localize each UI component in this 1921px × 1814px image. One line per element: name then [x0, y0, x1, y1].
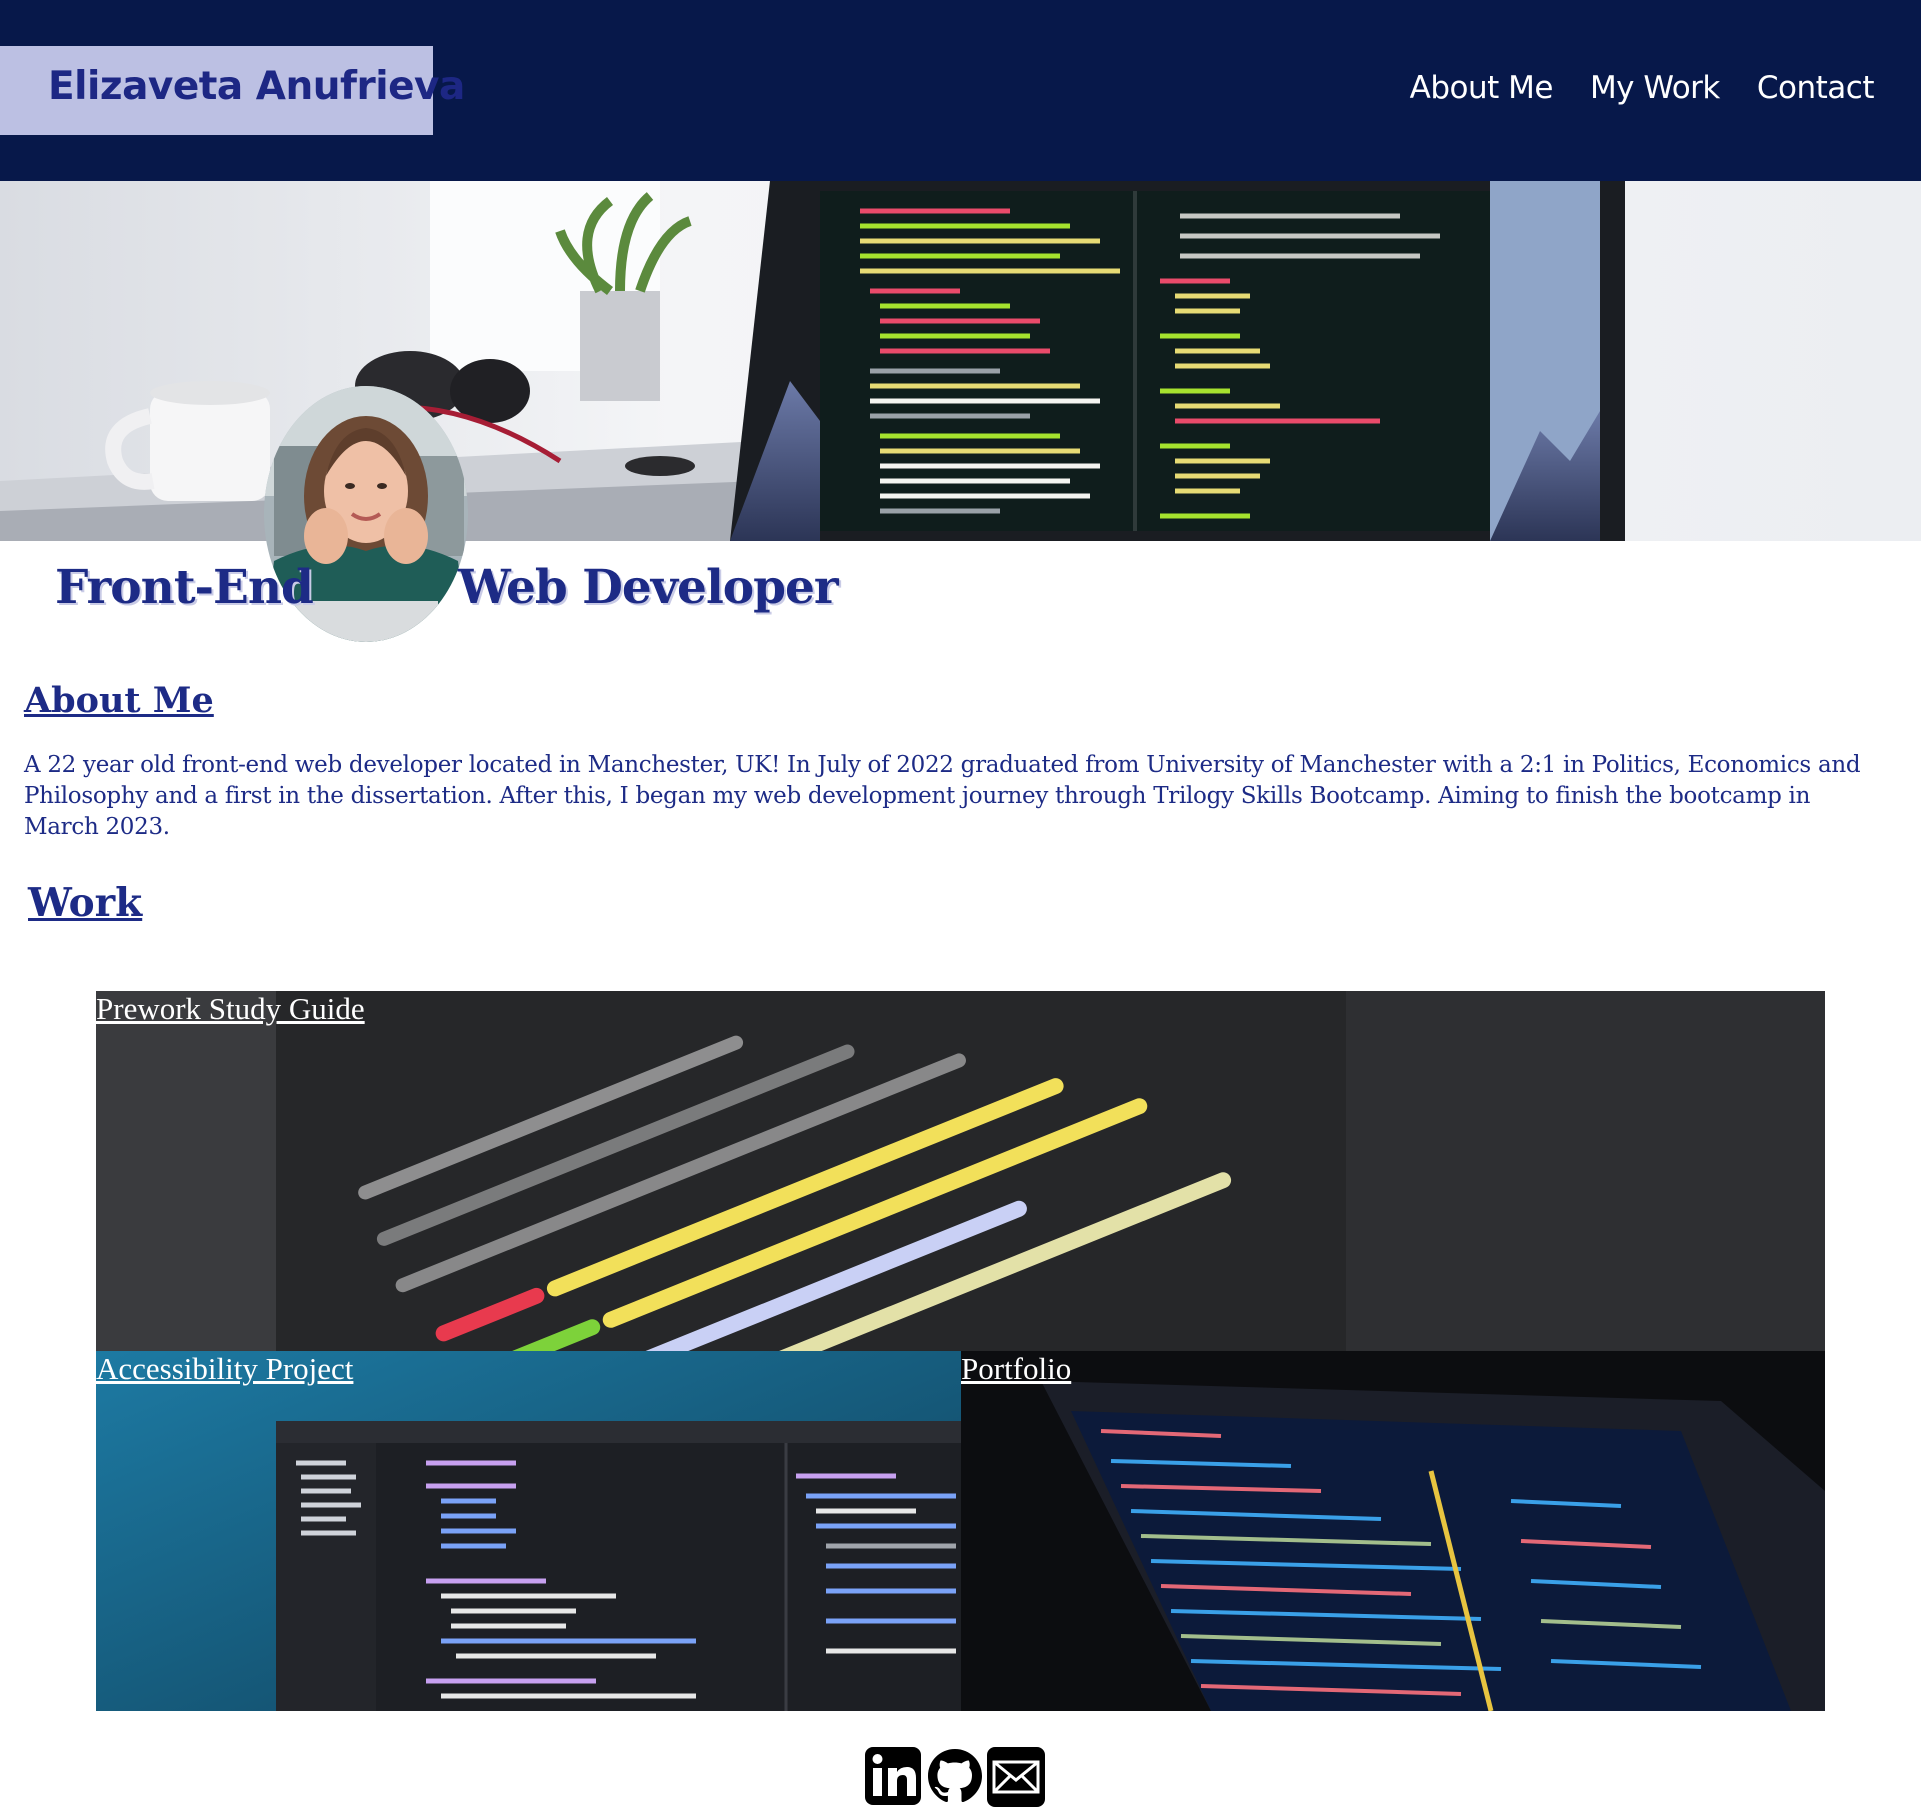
project-card-accessibility[interactable]: Accessibility Project: [96, 1351, 961, 1711]
code-screen-image: [96, 991, 1825, 1351]
work-heading[interactable]: Work: [28, 880, 142, 926]
nav-about-me[interactable]: About Me: [1410, 70, 1554, 106]
about-me-text: A 22 year old front-end web developer lo…: [24, 752, 1861, 840]
project-title-prework[interactable]: Prework Study Guide: [96, 991, 365, 1027]
about-me-heading[interactable]: About Me: [24, 680, 214, 721]
brand-logo[interactable]: Elizaveta Anufrieva: [0, 46, 465, 135]
linkedin-icon[interactable]: [864, 1746, 924, 1808]
headline-web-developer: Web Developer: [458, 560, 839, 615]
project-title-portfolio[interactable]: Portfolio: [961, 1351, 1071, 1387]
site-header: Elizaveta Anufrieva About Me My Work Con…: [0, 0, 1921, 181]
social-links: [864, 1746, 1046, 1808]
brand-name: Elizaveta Anufrieva: [48, 64, 465, 109]
email-icon[interactable]: [986, 1746, 1046, 1808]
headline-front-end: Front-End: [55, 560, 314, 615]
main-nav: About Me My Work Contact: [1410, 70, 1875, 106]
project-title-accessibility[interactable]: Accessibility Project: [96, 1351, 353, 1387]
nav-my-work[interactable]: My Work: [1590, 70, 1720, 106]
nav-contact[interactable]: Contact: [1757, 70, 1875, 106]
project-card-portfolio[interactable]: Portfolio: [961, 1351, 1825, 1711]
project-card-prework[interactable]: Prework Study Guide: [96, 991, 1825, 1351]
xcode-screen-image: [96, 1351, 961, 1711]
github-icon[interactable]: [925, 1746, 985, 1808]
laptop-code-image: [961, 1351, 1825, 1711]
